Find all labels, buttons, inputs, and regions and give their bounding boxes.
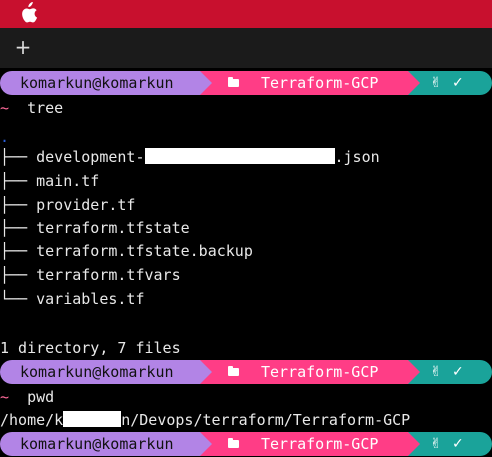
command-text: tree bbox=[27, 99, 64, 117]
path-text: /home/k bbox=[0, 411, 64, 429]
check-icon: ✓ bbox=[452, 436, 464, 452]
folder-icon bbox=[228, 77, 239, 87]
tilde-prompt: ~ bbox=[0, 388, 10, 406]
tree-root: . bbox=[0, 126, 9, 148]
tree-item: ├── terraform.tfvars bbox=[0, 264, 181, 286]
tree-item: ├── development- .json bbox=[0, 146, 380, 168]
shell-prompt: komarkun@komarkun Terraform-GCP ✌ ✓ bbox=[0, 360, 492, 384]
prompt-user-label: komarkun@komarkun bbox=[20, 435, 174, 453]
prompt-user-label: komarkun@komarkun bbox=[20, 74, 174, 92]
tree-branch: ├── bbox=[0, 266, 37, 284]
prompt-status: ✌ ✓ bbox=[408, 432, 492, 456]
file-name: terraform.tfvars bbox=[36, 266, 181, 284]
tree-item: ├── terraform.tfstate bbox=[0, 217, 190, 239]
prompt-status: ✌ ✓ bbox=[408, 360, 492, 384]
pwd-output: /home/k n/Devops/terraform/Terraform-GCP bbox=[0, 409, 410, 431]
file-name: development- bbox=[36, 148, 145, 166]
command-line: ~ pwd bbox=[0, 386, 54, 408]
check-icon: ✓ bbox=[452, 75, 464, 91]
prompt-directory-label: Terraform-GCP bbox=[261, 435, 379, 453]
tree-branch: ├── bbox=[0, 148, 37, 166]
tree-branch: ├── bbox=[0, 242, 37, 260]
prompt-user: komarkun@komarkun bbox=[0, 432, 200, 456]
terminal-window[interactable]: komarkun@komarkun Terraform-GCP ✌ ✓ ~ tr… bbox=[0, 68, 492, 457]
tree-summary: 1 directory, 7 files bbox=[0, 337, 181, 359]
apple-icon[interactable] bbox=[18, 2, 38, 24]
hand-icon: ✌ bbox=[430, 436, 442, 452]
prompt-user: komarkun@komarkun bbox=[0, 71, 200, 95]
tree-branch: ├── bbox=[0, 219, 37, 237]
file-name: terraform.tfstate.backup bbox=[36, 242, 253, 260]
tree-item: └── variables.tf bbox=[0, 288, 145, 310]
shell-prompt: komarkun@komarkun Terraform-GCP ✌ ✓ bbox=[0, 71, 492, 95]
redaction-block bbox=[63, 411, 122, 427]
prompt-separator bbox=[200, 432, 212, 456]
tree-branch: ├── bbox=[0, 172, 37, 190]
hand-icon: ✌ bbox=[430, 364, 442, 380]
prompt-separator bbox=[200, 360, 212, 384]
redaction-block bbox=[144, 148, 207, 164]
prompt-status: ✌ ✓ bbox=[408, 71, 492, 95]
shell-prompt: komarkun@komarkun Terraform-GCP ✌ ✓ bbox=[0, 432, 492, 456]
hand-icon: ✌ bbox=[430, 75, 442, 91]
redaction-block bbox=[272, 148, 335, 164]
command-text: pwd bbox=[27, 388, 55, 406]
folder-icon bbox=[228, 438, 239, 448]
tree-branch: └── bbox=[0, 290, 37, 308]
prompt-user-label: komarkun@komarkun bbox=[20, 363, 174, 381]
plus-icon[interactable]: + bbox=[12, 36, 34, 58]
folder-icon bbox=[228, 366, 239, 376]
prompt-user: komarkun@komarkun bbox=[0, 360, 200, 384]
tilde-prompt: ~ bbox=[0, 99, 10, 117]
prompt-directory: Terraform-GCP bbox=[200, 360, 408, 384]
tree-item: ├── provider.tf bbox=[0, 194, 135, 216]
tree-item: ├── terraform.tfstate.backup bbox=[0, 240, 253, 262]
tree-item: ├── main.tf bbox=[0, 170, 99, 192]
redaction-block bbox=[206, 148, 273, 164]
summary-text: 1 directory, 7 files bbox=[0, 339, 181, 357]
prompt-directory: Terraform-GCP bbox=[200, 71, 408, 95]
check-icon: ✓ bbox=[452, 364, 464, 380]
prompt-separator bbox=[408, 71, 420, 95]
file-name: main.tf bbox=[36, 172, 100, 190]
prompt-directory-label: Terraform-GCP bbox=[261, 363, 379, 381]
file-name: variables.tf bbox=[36, 290, 145, 308]
file-name: terraform.tfstate bbox=[36, 219, 190, 237]
prompt-directory: Terraform-GCP bbox=[200, 432, 408, 456]
file-extension: .json bbox=[334, 148, 380, 166]
prompt-separator bbox=[408, 432, 420, 456]
tree-branch: ├── bbox=[0, 196, 37, 214]
tree-root-label: . bbox=[0, 128, 10, 146]
prompt-directory-label: Terraform-GCP bbox=[261, 74, 379, 92]
command-line: ~ tree bbox=[0, 97, 63, 119]
tab-bar: + bbox=[0, 28, 492, 68]
prompt-separator bbox=[408, 360, 420, 384]
file-name: provider.tf bbox=[36, 196, 136, 214]
path-text: n/Devops/terraform/Terraform-GCP bbox=[121, 411, 411, 429]
menu-bar bbox=[0, 0, 492, 28]
prompt-separator bbox=[200, 71, 212, 95]
